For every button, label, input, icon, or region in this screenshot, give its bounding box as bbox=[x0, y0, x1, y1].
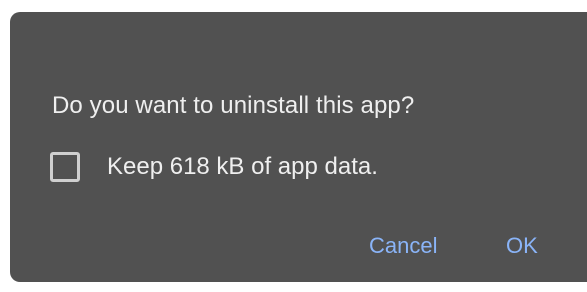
dialog-message: Do you want to uninstall this app? bbox=[52, 92, 415, 119]
ok-button[interactable]: OK bbox=[506, 233, 538, 259]
keep-data-label[interactable]: Keep 618 kB of app data. bbox=[107, 153, 378, 181]
uninstall-dialog: Do you want to uninstall this app? Keep … bbox=[10, 12, 587, 282]
cancel-button[interactable]: Cancel bbox=[369, 233, 437, 259]
keep-data-option[interactable]: Keep 618 kB of app data. bbox=[50, 152, 378, 182]
keep-data-checkbox[interactable] bbox=[50, 152, 80, 182]
